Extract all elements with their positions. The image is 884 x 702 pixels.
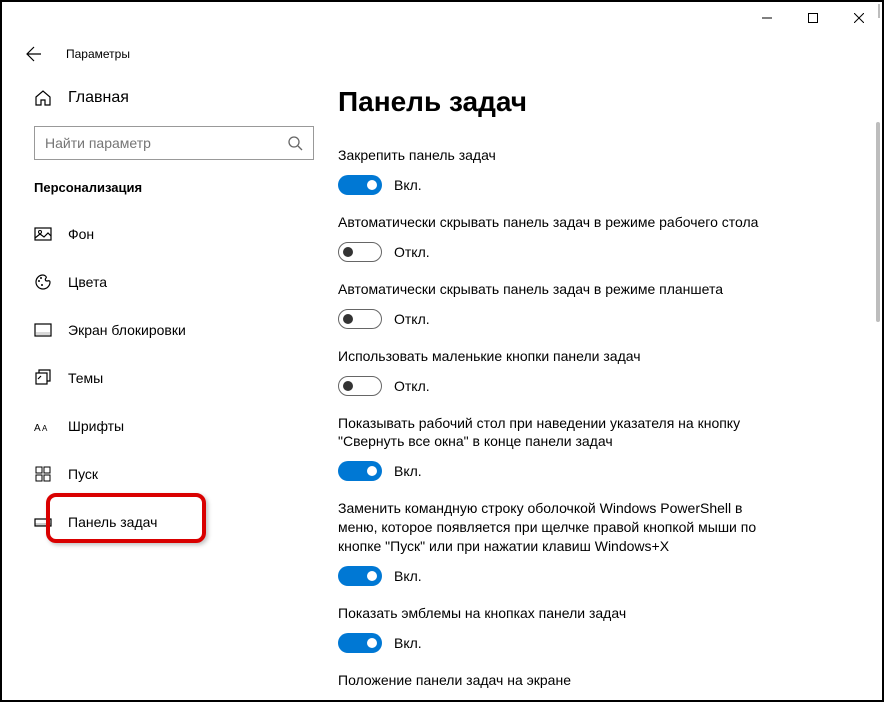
setting-item: Заменить командную строку оболочкой Wind… xyxy=(338,499,858,586)
setting-item: Показывать рабочий стол при наведении ук… xyxy=(338,414,858,482)
image-icon xyxy=(34,225,52,243)
setting-item: Автоматически скрывать панель задач в ре… xyxy=(338,280,858,329)
sidebar-item-label: Шрифты xyxy=(68,418,124,434)
search-icon xyxy=(287,135,303,151)
sidebar-item-label: Фон xyxy=(68,226,94,242)
search-input[interactable] xyxy=(45,135,287,151)
toggle-switch[interactable] xyxy=(338,376,382,396)
setting-label: Закрепить панель задач xyxy=(338,146,778,165)
maximize-button[interactable] xyxy=(790,2,836,34)
toggle-state-text: Откл. xyxy=(394,244,430,260)
sidebar-item-themes[interactable]: Темы xyxy=(18,357,306,399)
toggle-switch[interactable] xyxy=(338,242,382,262)
toggle-state-text: Вкл. xyxy=(394,177,422,193)
home-link[interactable]: Главная xyxy=(34,80,306,116)
toggle-state-text: Откл. xyxy=(394,311,430,327)
setting-label: Автоматически скрывать панель задач в ре… xyxy=(338,280,778,299)
sidebar-item-label: Пуск xyxy=(68,466,98,482)
home-icon xyxy=(34,89,52,107)
sidebar: Главная Персонализация Фон Цвета Экран б… xyxy=(2,74,322,700)
window-title: Параметры xyxy=(66,47,130,61)
toggle-switch[interactable] xyxy=(338,461,382,481)
header-row: Параметры xyxy=(2,34,882,74)
toggle-state-text: Вкл. xyxy=(394,463,422,479)
sidebar-item-fonts[interactable]: AA Шрифты xyxy=(18,405,306,447)
titlebar xyxy=(2,2,882,34)
sidebar-item-label: Панель задач xyxy=(68,514,157,530)
sidebar-item-start[interactable]: Пуск xyxy=(18,453,306,495)
toggle-switch[interactable] xyxy=(338,633,382,653)
setting-label: Использовать маленькие кнопки панели зад… xyxy=(338,347,778,366)
setting-label: Заменить командную строку оболочкой Wind… xyxy=(338,499,778,556)
dropdown-label: Положение панели задач на экране xyxy=(338,671,778,690)
setting-item: Показать эмблемы на кнопках панели задач… xyxy=(338,604,858,653)
page-heading: Панель задач xyxy=(338,86,858,118)
setting-item: Закрепить панель задач Вкл. xyxy=(338,146,858,195)
section-title: Персонализация xyxy=(34,180,306,195)
search-box[interactable] xyxy=(34,126,314,160)
sidebar-item-label: Темы xyxy=(68,370,103,386)
back-button[interactable] xyxy=(22,42,46,66)
lockscreen-icon xyxy=(34,321,52,339)
setting-item: Автоматически скрывать панель задач в ре… xyxy=(338,213,858,262)
sidebar-item-lockscreen[interactable]: Экран блокировки xyxy=(18,309,306,351)
sidebar-item-background[interactable]: Фон xyxy=(18,213,306,255)
setting-label: Показать эмблемы на кнопках панели задач xyxy=(338,604,778,623)
themes-icon xyxy=(34,369,52,387)
toggle-state-text: Вкл. xyxy=(394,635,422,651)
toggle-state-text: Откл. xyxy=(394,378,430,394)
window-top-indicator xyxy=(878,4,880,18)
close-button[interactable] xyxy=(836,2,882,34)
palette-icon xyxy=(34,273,52,291)
sidebar-item-colors[interactable]: Цвета xyxy=(18,261,306,303)
home-label: Главная xyxy=(68,89,129,107)
setting-item: Использовать маленькие кнопки панели зад… xyxy=(338,347,858,396)
toggle-switch[interactable] xyxy=(338,175,382,195)
toggle-state-text: Вкл. xyxy=(394,568,422,584)
start-icon xyxy=(34,465,52,483)
sidebar-item-label: Цвета xyxy=(68,274,107,290)
setting-label: Автоматически скрывать панель задач в ре… xyxy=(338,213,778,232)
minimize-button[interactable] xyxy=(744,2,790,34)
setting-label: Показывать рабочий стол при наведении ук… xyxy=(338,414,778,452)
svg-text:A: A xyxy=(42,424,48,433)
sidebar-item-taskbar[interactable]: Панель задач xyxy=(18,501,306,543)
toggle-switch[interactable] xyxy=(338,309,382,329)
fonts-icon: AA xyxy=(34,417,52,435)
sidebar-item-label: Экран блокировки xyxy=(68,322,186,338)
main-panel: Панель задач Закрепить панель задач Вкл. А… xyxy=(322,74,882,700)
taskbar-icon xyxy=(34,513,52,531)
svg-text:A: A xyxy=(34,423,41,434)
toggle-switch[interactable] xyxy=(338,566,382,586)
